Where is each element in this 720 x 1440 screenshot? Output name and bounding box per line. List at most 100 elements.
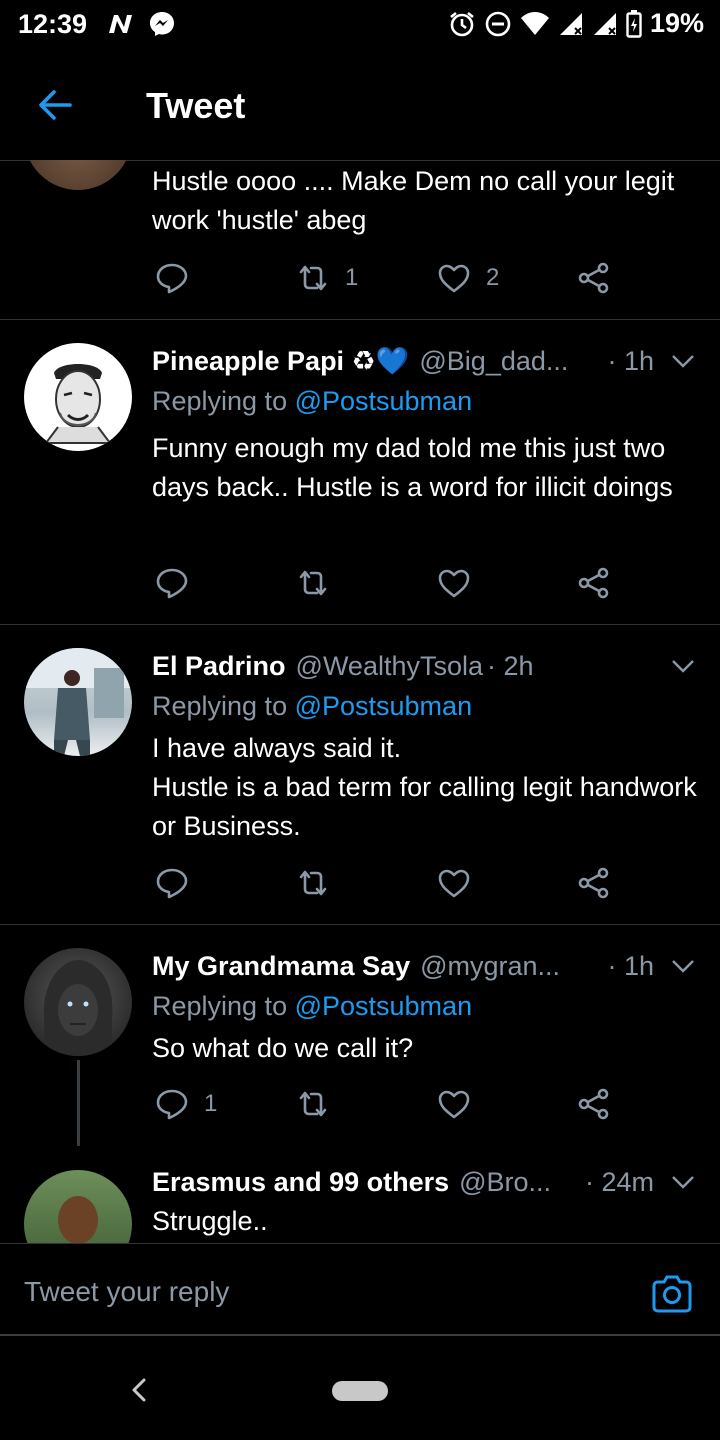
tweet-actions: 1 2 xyxy=(152,260,720,300)
battery-icon xyxy=(626,9,642,38)
mention-link[interactable]: @Postsubman xyxy=(295,991,473,1021)
share-button[interactable] xyxy=(576,1086,612,1122)
reply-count: 1 xyxy=(204,1090,218,1117)
reply-composer[interactable]: Tweet your reply xyxy=(0,1243,720,1336)
tweet-item[interactable]: Erasmus and 99 others @Bro... · 24m Stru… xyxy=(0,1146,720,1243)
author-handle[interactable]: @Big_dad... xyxy=(419,346,568,377)
messenger-icon xyxy=(150,12,174,36)
tweet-actions xyxy=(152,865,720,905)
author-name[interactable]: Erasmus and 99 others xyxy=(152,1167,449,1198)
avatar-photo xyxy=(58,1196,98,1243)
status-time: 12:39 xyxy=(18,9,88,39)
like-button[interactable] xyxy=(436,865,486,901)
replying-to: Replying to @Postsubman xyxy=(152,691,473,721)
share-icon xyxy=(578,1088,609,1120)
status-bar: 12:39 19% xyxy=(0,0,720,50)
retweet-icon xyxy=(299,1091,327,1117)
reply-input[interactable]: Tweet your reply xyxy=(24,1276,229,1308)
retweet-button[interactable] xyxy=(295,565,345,601)
n-icon xyxy=(109,15,132,33)
heart-icon xyxy=(438,869,470,898)
signal-icon xyxy=(593,12,616,35)
author-handle[interactable]: @Bro... xyxy=(459,1167,551,1198)
share-icon xyxy=(578,262,609,294)
retweet-button[interactable] xyxy=(295,1086,345,1122)
reply-button[interactable] xyxy=(154,565,204,601)
avatar-illustration xyxy=(44,364,112,444)
author-name[interactable]: My Grandmama Say xyxy=(152,951,410,982)
avatar-photo xyxy=(24,648,132,756)
reply-icon xyxy=(156,1089,188,1120)
app-bar: Tweet xyxy=(0,50,720,161)
wifi-icon xyxy=(520,11,549,35)
mention-link[interactable]: @Postsubman xyxy=(295,691,473,721)
battery-level: 19% xyxy=(649,8,704,38)
home-pill[interactable] xyxy=(332,1381,388,1401)
camera-icon[interactable] xyxy=(650,1274,694,1314)
avatar-portrait xyxy=(43,960,113,1056)
tweet-text: Struggle.. xyxy=(152,1206,268,1236)
avatar[interactable] xyxy=(24,1170,132,1243)
reply-icon xyxy=(156,568,188,599)
mention-link[interactable]: @Postsubman xyxy=(295,386,473,416)
replying-to: Replying to @Postsubman xyxy=(152,991,473,1021)
retweet-icon xyxy=(299,265,327,291)
replying-to: Replying to @Postsubman xyxy=(152,386,473,416)
alarm-icon xyxy=(450,11,474,36)
like-count: 2 xyxy=(486,264,500,291)
avatar[interactable] xyxy=(24,160,132,190)
share-button[interactable] xyxy=(576,565,612,601)
replies-feed[interactable]: Hustle oooo .... Make Dem no call your l… xyxy=(0,160,720,1243)
heart-icon xyxy=(438,264,470,293)
retweet-icon xyxy=(299,870,327,896)
heart-icon xyxy=(438,569,470,598)
like-button[interactable]: 2 xyxy=(436,260,499,296)
like-button[interactable] xyxy=(436,565,486,601)
retweet-button[interactable]: 1 xyxy=(295,260,358,296)
thread-connector xyxy=(77,1060,80,1146)
chevron-down-icon[interactable] xyxy=(670,349,696,373)
dnd-icon xyxy=(485,11,511,36)
retweet-button[interactable] xyxy=(295,865,345,901)
reply-button[interactable] xyxy=(154,865,204,901)
tweet-item[interactable]: Pineapple Papi ♻💙 @Big_dad... · 1h Reply… xyxy=(0,319,720,625)
tweet-item[interactable]: Hustle oooo .... Make Dem no call your l… xyxy=(0,160,720,320)
like-button[interactable] xyxy=(436,1086,486,1122)
reply-icon xyxy=(156,868,188,899)
reply-icon xyxy=(156,263,188,294)
retweet-icon xyxy=(299,570,327,596)
chevron-down-icon[interactable] xyxy=(670,1170,696,1194)
share-icon xyxy=(578,567,609,599)
back-arrow-icon[interactable] xyxy=(34,83,78,127)
reply-button[interactable] xyxy=(154,260,204,296)
author-handle[interactable]: @mygran... xyxy=(420,951,560,982)
tweet-time: · 2h xyxy=(487,650,534,681)
system-nav-bar xyxy=(0,1340,720,1440)
reply-underline xyxy=(24,1334,696,1336)
reply-button[interactable]: 1 xyxy=(154,1086,217,1122)
avatar[interactable] xyxy=(24,648,132,756)
chevron-down-icon[interactable] xyxy=(670,654,696,678)
page-title: Tweet xyxy=(146,85,246,126)
share-icon xyxy=(578,867,609,899)
tweet-text: So what do we call it? xyxy=(152,1033,414,1063)
tweet-text: Hustle oooo .... Make Dem no call your l… xyxy=(152,166,675,235)
author-name[interactable]: El Padrino xyxy=(152,651,286,682)
share-button[interactable] xyxy=(576,260,612,296)
tweet-item[interactable]: El Padrino @WealthyTsola · 2h Replying t… xyxy=(0,624,720,925)
tweet-text: Funny enough my dad told me this just tw… xyxy=(152,433,673,502)
signal-icon xyxy=(559,12,582,35)
tweet-actions-row: 1 xyxy=(152,1086,720,1126)
tweet-actions xyxy=(152,565,720,605)
author-handle[interactable]: @WealthyTsola xyxy=(296,651,483,682)
avatar[interactable] xyxy=(24,343,132,451)
nav-back-icon[interactable] xyxy=(128,1377,150,1403)
retweet-count: 1 xyxy=(345,264,359,291)
author-name[interactable]: Pineapple Papi ♻💙 xyxy=(152,345,409,377)
chevron-down-icon[interactable] xyxy=(670,954,696,978)
heart-icon xyxy=(438,1090,470,1119)
share-button[interactable] xyxy=(576,865,612,901)
tweet-text: I have always said it. Hustle is a bad t… xyxy=(152,733,697,841)
tweet-item[interactable]: My Grandmama Say @mygran... · 1h Replyin… xyxy=(0,924,720,1146)
avatar[interactable] xyxy=(24,948,132,1056)
